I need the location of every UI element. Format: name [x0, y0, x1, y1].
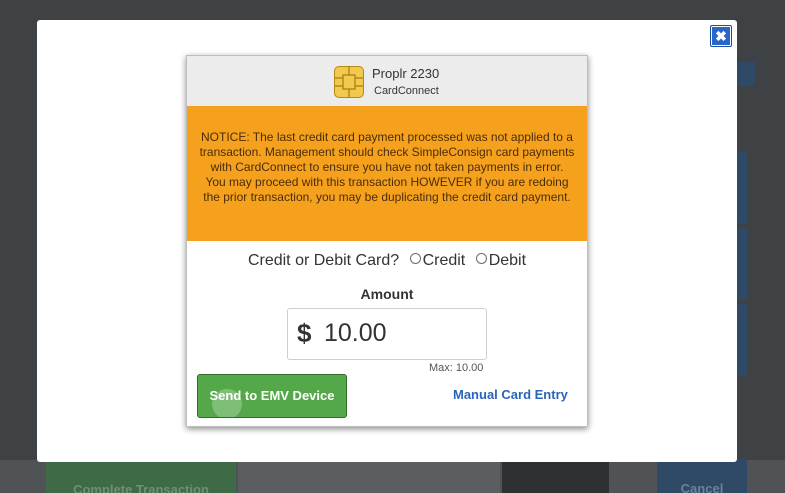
panel-header: Proplr 2230 CardConnect: [187, 56, 587, 106]
notice-text: NOTICE: The last credit card payment pro…: [199, 130, 575, 204]
background-complete-transaction-button: Complete Transaction: [46, 462, 236, 493]
background-side-button: [737, 152, 747, 224]
amount-input[interactable]: 10.00: [324, 319, 387, 348]
credit-radio[interactable]: [409, 253, 421, 264]
max-amount-label: Max: 10.00: [429, 362, 484, 374]
debit-radio[interactable]: [475, 253, 487, 264]
warning-notice: NOTICE: The last credit card payment pro…: [187, 106, 587, 241]
emv-chip-icon: [334, 66, 364, 98]
terminal-name: Proplr 2230: [372, 66, 440, 81]
debit-radio-label[interactable]: Debit: [489, 252, 526, 269]
processor-name: CardConnect: [374, 85, 439, 97]
background-side-button: [737, 228, 747, 300]
background-footer-middle: [238, 462, 500, 493]
card-type-selector: Credit or Debit Card? Credit Debit: [187, 252, 587, 270]
background-header-strip: [737, 62, 755, 86]
send-button-label: Send to EMV Device: [209, 388, 335, 403]
background-cancel-button: Cancel: [657, 459, 747, 493]
close-icon[interactable]: ✖: [710, 25, 732, 47]
card-type-question: Credit or Debit Card?: [247, 252, 400, 269]
currency-symbol: $: [297, 318, 312, 348]
send-to-emv-device-button[interactable]: Send to EMV Device: [197, 374, 347, 418]
background-footer-user: [502, 462, 609, 493]
amount-label: Amount: [360, 286, 414, 302]
manual-card-entry-link[interactable]: Manual Card Entry: [453, 387, 568, 402]
card-payment-panel: Proplr 2230 CardConnect NOTICE: The last…: [186, 55, 588, 427]
credit-radio-label[interactable]: Credit: [423, 252, 466, 269]
amount-field[interactable]: $ 10.00: [287, 308, 487, 360]
background-side-button: [737, 304, 747, 376]
